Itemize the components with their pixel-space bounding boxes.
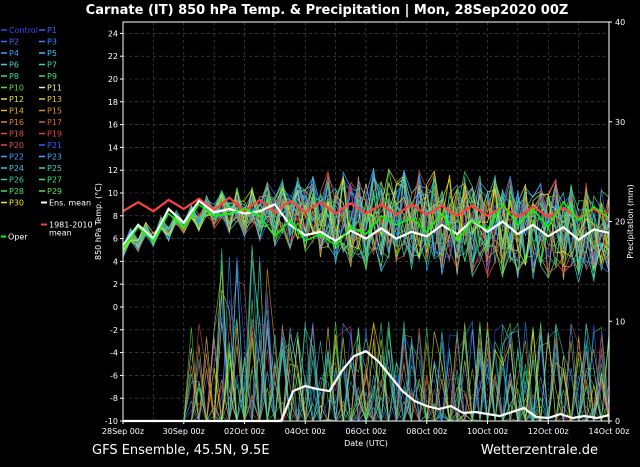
x-tick-label: 12Oct 00z [528, 427, 569, 436]
legend-label: P4 [9, 49, 19, 58]
y-tick-label-left: -6 [110, 371, 118, 380]
x-tick-label: 08Oct 00z [406, 427, 447, 436]
legend-label: P9 [47, 72, 57, 81]
y-axis-label-left: 850 hPa Temp. (°C) [94, 183, 103, 260]
legend-label: P21 [47, 141, 62, 150]
y-tick-label-left: 18 [108, 98, 118, 107]
x-tick-label: 10Oct 00z [467, 427, 508, 436]
chart: Carnate (IT) 850 hPa Temp. & Precipitati… [1, 3, 635, 448]
y-tick-label-right: 20 [615, 218, 625, 227]
y-tick-label-left: 22 [108, 52, 118, 61]
y-tick-label-left: 6 [113, 235, 118, 244]
legend-label: P26 [9, 176, 24, 185]
x-tick-label: 28Sep 00z [102, 427, 144, 436]
legend-label: P29 [47, 187, 62, 196]
y-tick-label-right: 0 [615, 417, 620, 426]
y-tick-label-left: 8 [113, 212, 118, 221]
legend-label: P10 [9, 84, 24, 93]
legend-label: P11 [47, 84, 62, 93]
y-tick-label-left: 10 [108, 189, 118, 198]
legend-label: P3 [47, 38, 57, 47]
footer-site: Wetterzentrale.de [480, 443, 598, 458]
x-tick-label: 04Oct 00z [285, 427, 326, 436]
legend-label: P13 [47, 95, 62, 104]
x-tick-label: 02Oct 00z [224, 427, 265, 436]
y-tick-label-left: -8 [110, 394, 118, 403]
x-tick-label: 30Sep 00z [163, 427, 205, 436]
legend-label: P1 [47, 26, 57, 35]
legend-label: P6 [9, 61, 19, 70]
legend-label: P20 [9, 141, 24, 150]
y-tick-label-left: 24 [108, 29, 118, 38]
y-tick-label-right: 40 [615, 18, 625, 27]
legend-label: Control [9, 26, 38, 35]
y-tick-label-left: 20 [108, 75, 118, 84]
legend-label: Ens. mean [49, 199, 91, 208]
footer-model-info: GFS Ensemble, 45.5N, 9.5E [92, 443, 270, 458]
legend-label: P30 [9, 199, 24, 208]
legend-label: P24 [9, 164, 24, 173]
legend-label: P14 [9, 107, 24, 116]
y-tick-label-left: -10 [105, 417, 118, 426]
y-tick-label-left: 2 [113, 280, 118, 289]
chart-title: Carnate (IT) 850 hPa Temp. & Precipitati… [86, 3, 569, 18]
legend-label: P23 [47, 153, 62, 162]
x-axis-label: Date (UTC) [344, 439, 388, 448]
x-ticks: 28Sep 00z 30Sep 00z 02Oct 00z 04Oct 00z 06Oc… [102, 421, 630, 436]
y-tick-label-left: 16 [108, 121, 118, 130]
legend-label: P27 [47, 176, 62, 185]
y-ticks-left: 242220181614121086420-2-4-6-8-10 [105, 29, 123, 426]
legend-label: P18 [9, 130, 24, 139]
y-tick-label-left: 14 [108, 143, 118, 152]
y-tick-label-left: 4 [113, 257, 118, 266]
legend-label: P25 [47, 164, 62, 173]
y-ticks-right: 40 30 20 10 0 [609, 18, 625, 426]
legend-label: P2 [9, 38, 19, 47]
legend-label: P7 [47, 61, 57, 70]
legend-label: P16 [9, 118, 24, 127]
y-tick-label-left: 0 [113, 303, 118, 312]
y-tick-label-left: -2 [110, 326, 118, 335]
legend-label: P19 [47, 130, 62, 139]
legend-label: P8 [9, 72, 19, 81]
x-tick-label: 14Oct 00z [589, 427, 630, 436]
legend-label: P22 [9, 153, 24, 162]
legend-label: P5 [47, 49, 57, 58]
y-tick-label-right: 10 [615, 317, 625, 326]
legend-label: P12 [9, 95, 24, 104]
legend-label: P17 [47, 118, 62, 127]
legend-label: Oper [8, 233, 28, 242]
y-axis-label-right: Precipitation (mm) [626, 184, 635, 258]
y-tick-label-right: 30 [615, 118, 625, 127]
y-tick-label-left: -4 [110, 349, 118, 358]
legend-label: P15 [47, 107, 62, 116]
x-tick-label: 06Oct 00z [346, 427, 387, 436]
y-tick-label-left: 12 [108, 166, 118, 175]
legend: Control P1 P2 P3 P4 P5 P6 P7 P8 P9 P10 P11 P12 P13 P14… [1, 26, 93, 242]
legend-label: mean [49, 229, 72, 238]
legend-label: P28 [9, 187, 24, 196]
